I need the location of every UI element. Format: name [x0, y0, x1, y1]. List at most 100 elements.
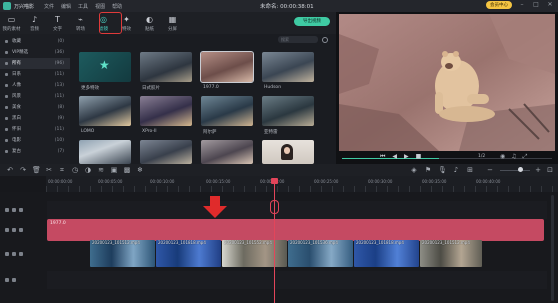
- export-button[interactable]: 导出视频: [294, 17, 330, 26]
- sidebar-item-portrait[interactable]: 人像 (13): [0, 80, 70, 91]
- app-name: 万兴喵影: [14, 3, 35, 10]
- video-clip[interactable]: 20200123_101512.mp4: [90, 240, 155, 267]
- playback-speed[interactable]: 1/2: [478, 154, 485, 159]
- eye-icon[interactable]: [19, 208, 23, 212]
- sidebar-item-label: 黑白: [12, 116, 21, 121]
- fit-timeline-icon[interactable]: ⊡: [546, 166, 554, 174]
- search-input[interactable]: 搜索: [278, 36, 318, 43]
- snapshot-icon[interactable]: ◉: [500, 153, 505, 161]
- sidebar-item-landscape[interactable]: 风景 (11): [0, 91, 70, 102]
- ruler-label: 00:00:15:00: [206, 179, 231, 184]
- sidebar-item-favorites[interactable]: 收藏 (0): [0, 36, 70, 47]
- tab-audio[interactable]: ♪ 音频: [23, 12, 46, 34]
- sidebar-item-retro[interactable]: 复古 (7): [0, 146, 70, 157]
- stop-icon[interactable]: ■: [416, 153, 422, 161]
- fullscreen-icon[interactable]: ⤢: [523, 153, 528, 161]
- eye-icon[interactable]: [19, 228, 23, 232]
- filter-thumb-lomo[interactable]: [79, 96, 131, 126]
- sidebar-item-all[interactable]: 所有 (96): [0, 58, 70, 69]
- filter-clip[interactable]: 1977.0: [47, 219, 544, 241]
- maximize-icon[interactable]: □: [532, 1, 540, 9]
- lock-icon[interactable]: [12, 252, 16, 256]
- menu-view[interactable]: 视图: [95, 3, 105, 10]
- lock-icon[interactable]: [12, 208, 16, 212]
- filter-thumb-row3-1[interactable]: [79, 140, 131, 164]
- mute-icon[interactable]: [12, 278, 16, 282]
- zoom-slider-handle[interactable]: [518, 167, 523, 172]
- snap-icon[interactable]: ⊞: [466, 166, 474, 174]
- video-clip[interactable]: 20200123_101536.mp4: [288, 240, 353, 267]
- filter-thumb-row3-2[interactable]: [140, 140, 192, 164]
- playhead-handle[interactable]: [271, 178, 278, 184]
- color-icon[interactable]: ◑: [84, 166, 92, 174]
- tab-split-screen[interactable]: ▦ 分屏: [161, 12, 184, 34]
- filter-thumb-more[interactable]: ★: [79, 52, 131, 82]
- marker-icon[interactable]: ⚑: [424, 166, 432, 174]
- sidebar-item-vip[interactable]: VIP精选 (36): [0, 47, 70, 58]
- menu-file[interactable]: 文件: [44, 3, 54, 10]
- zoom-out-icon[interactable]: −: [486, 166, 494, 174]
- close-icon[interactable]: ✕: [546, 1, 554, 9]
- speed-icon[interactable]: ◷: [71, 166, 79, 174]
- sidebar-item-food[interactable]: 美食 (8): [0, 102, 70, 113]
- tab-transitions[interactable]: ⌁ 转场: [69, 12, 92, 34]
- preview-video[interactable]: [339, 14, 555, 151]
- step-back-icon[interactable]: ◀: [392, 153, 397, 161]
- tab-label: 贴纸: [145, 26, 154, 32]
- bullet-icon: [5, 139, 8, 142]
- eye-icon[interactable]: [19, 252, 23, 256]
- video-clip[interactable]: 20200123_101512.mp4: [420, 240, 482, 267]
- search-icon[interactable]: [322, 36, 328, 43]
- clip-label: 20200123_101536.mp4: [290, 240, 338, 245]
- video-clip[interactable]: 20200123_101552.mp4: [222, 240, 287, 267]
- tab-stickers[interactable]: ◐ 贴纸: [138, 12, 161, 34]
- filter-thumb-xpro[interactable]: [140, 96, 192, 126]
- ruler-label: 00:00:00:00: [48, 179, 73, 184]
- split-icon[interactable]: ✂: [45, 166, 53, 174]
- undo-icon[interactable]: ↶: [6, 166, 14, 174]
- filter-thumb-row3-3[interactable]: [201, 140, 253, 164]
- timeline-ruler[interactable]: 00:00:00:00 00:00:05:00 00:00:10:00 00:0…: [46, 176, 558, 192]
- tab-my-media[interactable]: ▭ 我的素材: [0, 12, 23, 34]
- sidebar-item-label: 电影: [12, 138, 21, 143]
- menu-edit[interactable]: 编辑: [61, 3, 71, 10]
- vip-button[interactable]: 会员中心: [486, 1, 512, 9]
- timeline-vertical-scrollbar[interactable]: [551, 195, 554, 301]
- filter-thumb-yateley[interactable]: [262, 96, 314, 126]
- sidebar-item-movie[interactable]: 电影 (10): [0, 135, 70, 146]
- tab-text[interactable]: T 文字: [46, 12, 69, 34]
- lock-icon[interactable]: [12, 228, 16, 232]
- audio-track-icon[interactable]: ♪: [452, 166, 460, 174]
- video-clip[interactable]: 20200123_101818.mp4: [156, 240, 221, 267]
- menu-bar: 文件 编辑 工具 视图 帮助: [44, 3, 122, 10]
- playhead-marker[interactable]: [270, 200, 279, 214]
- menu-tools[interactable]: 工具: [78, 3, 88, 10]
- zoom-slider[interactable]: [500, 170, 530, 171]
- audio-mixer-icon[interactable]: ≋: [97, 166, 105, 174]
- filter-thumb-jp-film[interactable]: [140, 52, 192, 82]
- filter-thumb-1977[interactable]: [200, 51, 254, 83]
- filter-thumb-alsa[interactable]: [201, 96, 253, 126]
- sidebar-item-japanese[interactable]: 日系 (11): [0, 69, 70, 80]
- sidebar-item-nostalgia[interactable]: 怀旧 (11): [0, 124, 70, 135]
- menu-help[interactable]: 帮助: [112, 3, 122, 10]
- voiceover-icon[interactable]: 🎙: [438, 166, 447, 174]
- minimize-icon[interactable]: –: [518, 1, 526, 9]
- play-icon[interactable]: ▶: [404, 153, 409, 161]
- bullet-icon: [5, 117, 8, 120]
- tab-label: 分屏: [168, 26, 177, 32]
- sidebar-item-bw[interactable]: 黑白 (9): [0, 113, 70, 124]
- freeze-frame-icon[interactable]: ❄: [136, 166, 144, 174]
- crop-icon[interactable]: ⌗: [58, 166, 66, 174]
- video-clip[interactable]: 20200123_101818.mp4: [354, 240, 419, 267]
- delete-icon[interactable]: 🗑: [32, 166, 41, 174]
- mosaic-icon[interactable]: ▩: [123, 166, 131, 174]
- green-screen-icon[interactable]: ▣: [110, 166, 118, 174]
- volume-icon[interactable]: ♫: [511, 153, 516, 161]
- redo-icon[interactable]: ↷: [19, 166, 27, 174]
- filter-thumb-hudson[interactable]: [262, 52, 314, 82]
- render-icon[interactable]: ◈: [410, 166, 418, 174]
- prev-frame-icon[interactable]: ⏮: [380, 153, 385, 161]
- zoom-in-icon[interactable]: +: [534, 166, 542, 174]
- filter-thumb-row3-4[interactable]: [262, 140, 314, 164]
